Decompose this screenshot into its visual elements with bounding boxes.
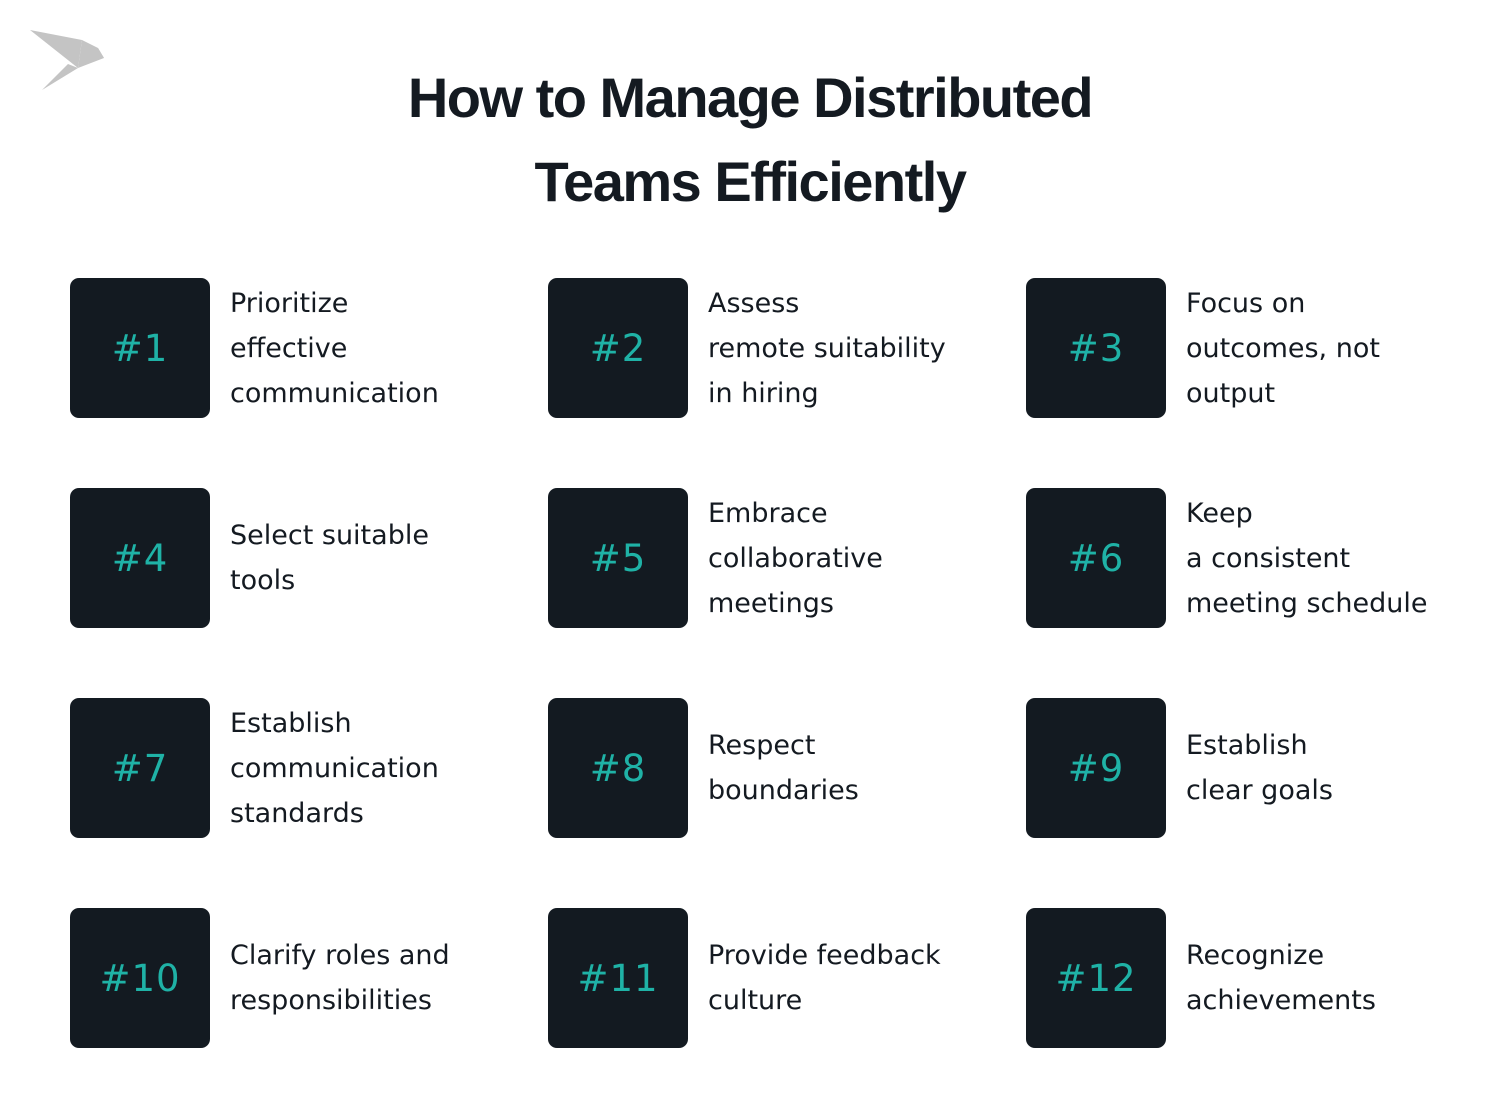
tip-label-line: Establish xyxy=(1186,730,1308,761)
tip-label-line: Prioritize xyxy=(230,287,349,319)
tip-number-badge: #8 xyxy=(548,698,688,838)
tip-number: #6 xyxy=(1067,536,1125,580)
tip-label-line: achievements xyxy=(1186,985,1376,1016)
tip-label-line: Establish xyxy=(230,707,352,739)
tip-item-11: #11 Provide feedback culture xyxy=(548,908,998,1048)
tip-label: Provide feedback culture xyxy=(708,933,941,1023)
tip-label: Assess remote suitability in hiring xyxy=(708,281,946,416)
tip-label-line: remote suitability xyxy=(708,332,946,364)
tip-number: #12 xyxy=(1055,956,1137,1000)
tip-label: Focus on outcomes, not output xyxy=(1186,281,1380,416)
tip-label-line: Provide feedback xyxy=(708,940,941,971)
tip-label: Establish communication standards xyxy=(230,701,439,836)
tip-label-line: output xyxy=(1186,377,1276,409)
tip-number-badge: #11 xyxy=(548,908,688,1048)
tip-label-line: Select suitable xyxy=(230,520,429,551)
tip-number-badge: #9 xyxy=(1026,698,1166,838)
tip-item-12: #12 Recognize achievements xyxy=(1026,908,1476,1048)
tip-label-line: collaborative xyxy=(708,542,883,574)
title-line-2: Teams Efficiently xyxy=(534,150,967,213)
tip-label-line: a consistent xyxy=(1186,542,1351,574)
tip-label: Keep a consistent meeting schedule xyxy=(1186,491,1427,626)
tip-label: Embrace collaborative meetings xyxy=(708,491,883,626)
tip-label-line: effective xyxy=(230,332,348,364)
tip-label-line: standards xyxy=(230,797,364,829)
tip-number-badge: #3 xyxy=(1026,278,1166,418)
tip-number: #3 xyxy=(1067,326,1125,370)
tip-number: #2 xyxy=(589,326,647,370)
tip-label-line: Embrace xyxy=(708,497,828,529)
tip-label-line: Focus on xyxy=(1186,287,1306,319)
tip-label-line: communication xyxy=(230,377,439,409)
tip-label-line: boundaries xyxy=(708,775,859,806)
tip-number: #4 xyxy=(111,536,169,580)
tip-item-1: #1 Prioritize effective communication xyxy=(70,278,520,418)
tip-item-8: #8 Respect boundaries xyxy=(548,698,998,838)
tip-number: #11 xyxy=(577,956,659,1000)
title-line-1: How to Manage Distributed xyxy=(407,66,1094,129)
tip-item-3: #3 Focus on outcomes, not output xyxy=(1026,278,1476,418)
tip-item-10: #10 Clarify roles and responsibilities xyxy=(70,908,520,1048)
tip-label-line: outcomes, not xyxy=(1186,332,1380,364)
tip-label-line: meetings xyxy=(708,587,834,619)
tip-label-line: in hiring xyxy=(708,377,819,409)
tip-number: #9 xyxy=(1067,746,1125,790)
tip-item-6: #6 Keep a consistent meeting schedule xyxy=(1026,488,1476,628)
tip-item-5: #5 Embrace collaborative meetings xyxy=(548,488,998,628)
tip-number-badge: #10 xyxy=(70,908,210,1048)
tip-number-badge: #5 xyxy=(548,488,688,628)
tip-label-line: Respect xyxy=(708,730,816,761)
tip-number-badge: #1 xyxy=(70,278,210,418)
tip-label: Clarify roles and responsibilities xyxy=(230,933,450,1023)
tip-label-line: Clarify roles and xyxy=(230,940,450,971)
page-title: How to Manage Distributed Teams Efficien… xyxy=(0,56,1500,224)
tip-item-9: #9 Establish clear goals xyxy=(1026,698,1476,838)
tip-label: Recognize achievements xyxy=(1186,933,1376,1023)
tip-item-4: #4 Select suitable tools xyxy=(70,488,520,628)
tip-label: Select suitable tools xyxy=(230,513,429,603)
tip-number: #1 xyxy=(111,326,169,370)
tip-label-line: meeting schedule xyxy=(1186,587,1428,619)
tip-label-line: Recognize xyxy=(1186,940,1325,971)
tip-number-badge: #12 xyxy=(1026,908,1166,1048)
tip-label-line: clear goals xyxy=(1186,775,1333,806)
tip-label-line: tools xyxy=(230,565,296,596)
tip-number-badge: #4 xyxy=(70,488,210,628)
tip-label: Respect boundaries xyxy=(708,723,859,813)
tip-number: #10 xyxy=(99,956,181,1000)
tip-number-badge: #2 xyxy=(548,278,688,418)
tip-number: #8 xyxy=(589,746,647,790)
tip-number: #7 xyxy=(111,746,169,790)
tip-label: Prioritize effective communication xyxy=(230,281,439,416)
tip-item-7: #7 Establish communication standards xyxy=(70,698,520,838)
tip-label-line: culture xyxy=(708,985,803,1016)
tip-number: #5 xyxy=(589,536,647,580)
tip-label-line: communication xyxy=(230,752,439,784)
tip-item-2: #2 Assess remote suitability in hiring xyxy=(548,278,998,418)
tip-label-line: Keep xyxy=(1186,497,1253,529)
tip-number-badge: #6 xyxy=(1026,488,1166,628)
tip-number-badge: #7 xyxy=(70,698,210,838)
tip-label-line: Assess xyxy=(708,287,800,319)
tip-label: Establish clear goals xyxy=(1186,723,1333,813)
tip-label-line: responsibilities xyxy=(230,985,432,1016)
